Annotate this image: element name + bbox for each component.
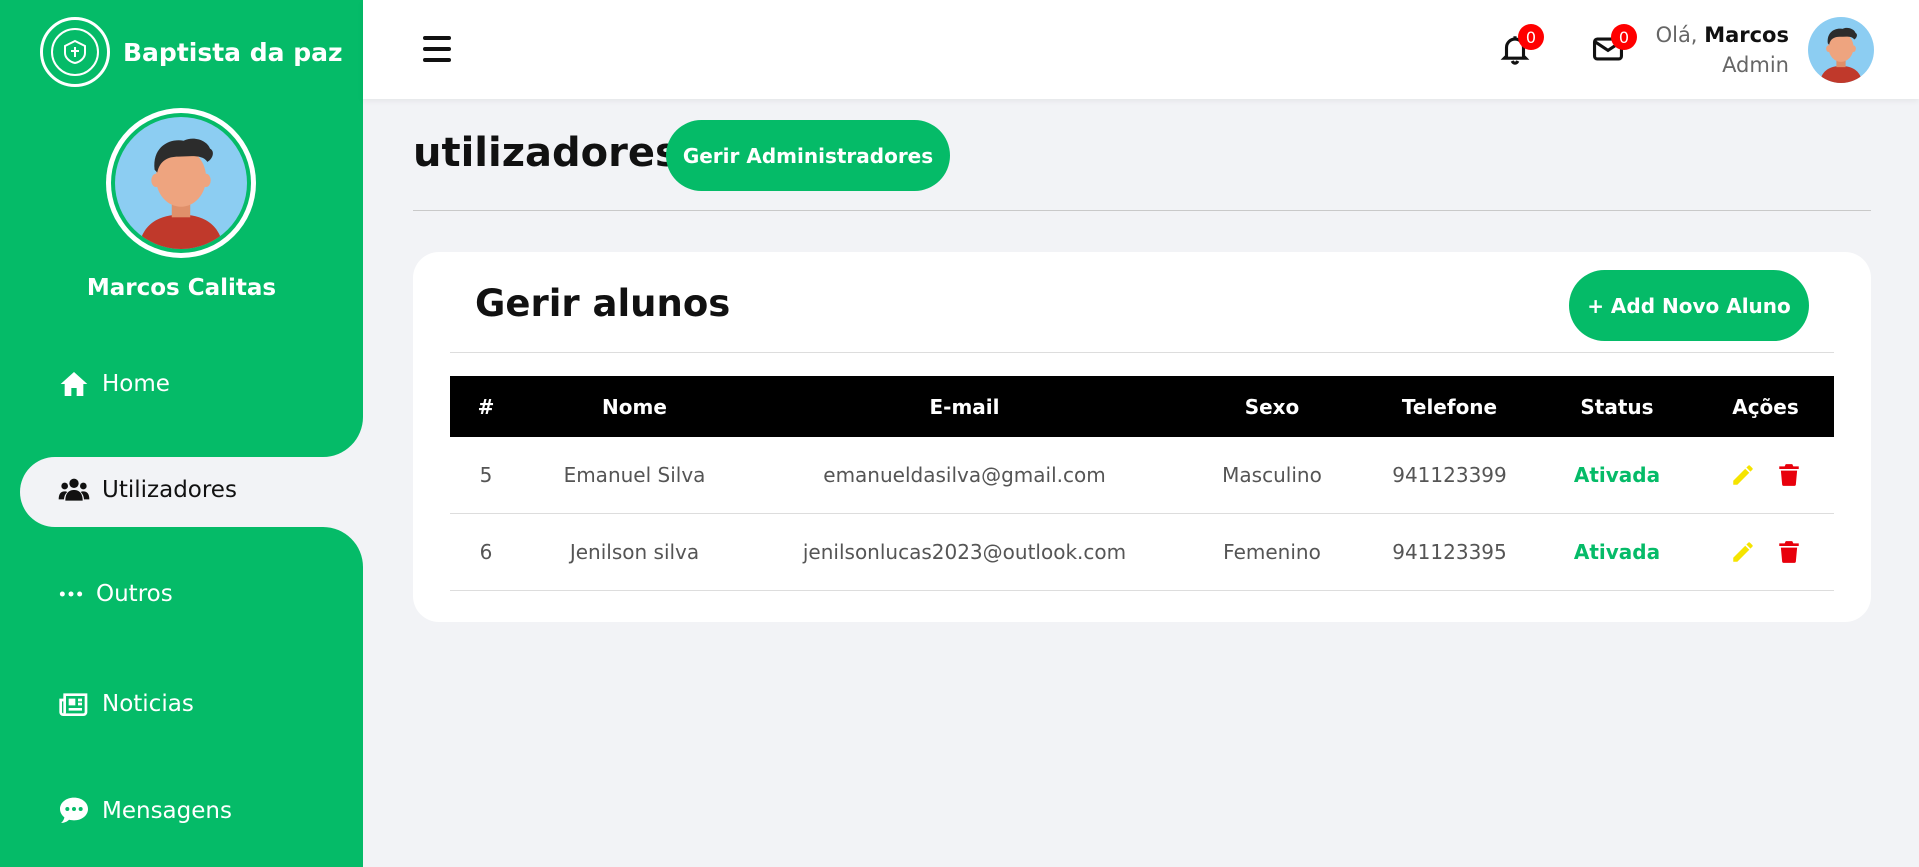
menu-toggle-icon[interactable] <box>423 36 451 62</box>
messages-button[interactable]: 0 <box>1591 24 1637 66</box>
profile-avatar <box>106 108 256 258</box>
brand-name: Baptista da paz <box>123 37 343 67</box>
notifications-button[interactable]: 0 <box>1498 24 1544 66</box>
column-header-sex: Sexo <box>1244 394 1300 419</box>
brand[interactable]: Baptista da paz <box>40 17 343 87</box>
sidebar-item-noticias[interactable]: Noticias <box>58 688 194 720</box>
delete-trash-icon[interactable] <box>1776 462 1802 488</box>
sidebar-item-label: Utilizadores <box>102 477 237 503</box>
user-greeting: Olá, Marcos Admin <box>1656 20 1789 80</box>
news-icon <box>59 693 88 716</box>
students-table: # Nome E-mail Sexo Telefone Status Ações… <box>450 376 1834 591</box>
table-row: 5 Emanuel Silva emanueldasilva@gmail.com… <box>450 437 1834 514</box>
cell-phone: 941123399 <box>1392 463 1507 487</box>
cell-phone: 941123395 <box>1392 540 1507 564</box>
notifications-badge: 0 <box>1518 24 1544 50</box>
column-header-status: Status <box>1580 394 1654 419</box>
column-header-phone: Telefone <box>1401 394 1498 419</box>
sidebar-item-label: Mensagens <box>102 798 232 824</box>
row-actions <box>1697 462 1834 488</box>
more-icon <box>59 591 83 597</box>
user-role: Admin <box>1722 53 1789 77</box>
manage-admins-button[interactable]: Gerir Administradores <box>666 120 950 191</box>
delete-trash-icon[interactable] <box>1776 539 1802 565</box>
school-logo <box>40 17 110 87</box>
profile-name: Marcos Calitas <box>86 275 277 301</box>
sidebar-item-outros[interactable]: Outros <box>58 581 173 607</box>
cell-email: jenilsonlucas2023@outlook.com <box>802 540 1127 564</box>
cell-id: 6 <box>479 540 493 564</box>
sidebar: Baptista da paz Marcos Calitas Home Util… <box>0 0 363 867</box>
users-icon <box>58 478 90 501</box>
students-card: Gerir alunos + Add Novo Aluno # Nome E-m… <box>413 252 1871 622</box>
page-title: utilizadores <box>413 130 679 176</box>
messages-badge: 0 <box>1611 24 1637 50</box>
sidebar-item-label: Noticias <box>102 691 194 717</box>
column-header-actions: Ações <box>1732 394 1799 419</box>
sidebar-item-home[interactable]: Home <box>58 368 170 400</box>
sidebar-item-label: Home <box>102 371 170 397</box>
card-title: Gerir alunos <box>475 282 731 325</box>
cell-name: Jenilson silva <box>569 540 700 564</box>
cell-id: 5 <box>479 463 493 487</box>
cell-name: Emanuel Silva <box>563 463 706 487</box>
table-row: 6 Jenilson silva jenilsonlucas2023@outlo… <box>450 514 1834 591</box>
status-badge: Ativada <box>1573 540 1661 564</box>
table-header: # Nome E-mail Sexo Telefone Status Ações <box>450 376 1834 437</box>
sidebar-item-label: Outros <box>96 581 173 607</box>
column-header-email: E-mail <box>929 394 1000 419</box>
status-badge: Ativada <box>1573 463 1661 487</box>
chat-icon <box>60 797 88 823</box>
cell-sex: Femenino <box>1223 540 1321 564</box>
row-actions <box>1697 539 1834 565</box>
edit-pencil-icon[interactable] <box>1730 462 1756 488</box>
greeting-text: Olá, <box>1655 23 1698 47</box>
divider <box>413 210 1871 211</box>
sidebar-item-mensagens[interactable]: Mensagens <box>58 795 232 827</box>
column-header-name: Nome <box>602 394 667 419</box>
divider <box>450 352 1834 353</box>
edit-pencil-icon[interactable] <box>1730 539 1756 565</box>
cell-email: emanueldasilva@gmail.com <box>823 463 1106 487</box>
nav-curve-decoration <box>323 417 363 457</box>
sidebar-item-utilizadores[interactable]: Utilizadores <box>58 474 237 506</box>
home-icon <box>60 372 88 396</box>
add-student-button[interactable]: + Add Novo Aluno <box>1569 270 1809 341</box>
user-name: Marcos <box>1704 23 1789 47</box>
cell-sex: Masculino <box>1222 463 1322 487</box>
topbar: 0 0 Olá, Marcos Admin <box>363 0 1919 99</box>
avatar[interactable] <box>1808 17 1874 83</box>
column-header-id: # <box>477 394 495 419</box>
nav-curve-decoration <box>323 527 363 567</box>
